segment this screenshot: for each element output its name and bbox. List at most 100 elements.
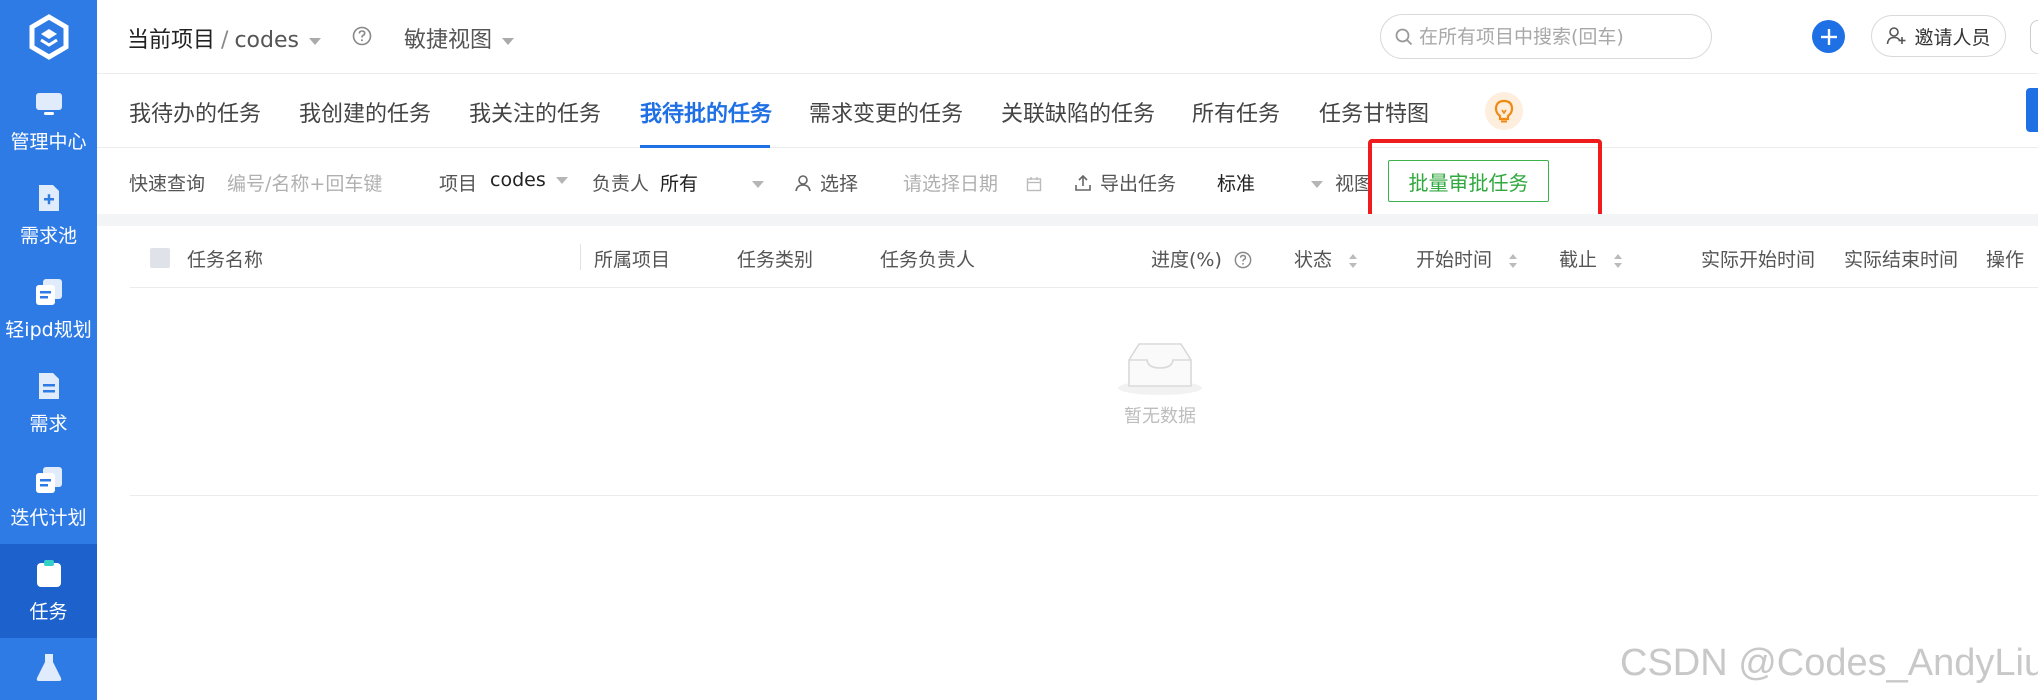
breadcrumb[interactable]: 当前项目 / codes [127,22,321,54]
sort-icon [1349,253,1358,268]
add-button[interactable] [1812,20,1845,53]
help-circle-icon[interactable] [1234,251,1252,269]
doc-icon [38,372,59,399]
view-switcher-label: 敏捷视图 [404,28,493,53]
copy-docs-icon [35,466,62,493]
export-tasks-label: 导出任务 [1100,173,1177,195]
sidebar-item-label: 需求 [29,412,68,435]
user-add-icon [1887,27,1906,45]
watermark: CSDN @Codes_AndyLiu [1620,642,2038,684]
tab-gantt[interactable]: 任务甘特图 [1319,96,1429,128]
column-header-actions: 操作 [1986,249,2025,271]
owner-filter-select[interactable]: 所有 [660,169,765,196]
invite-members-button[interactable]: 邀请人员 [1871,15,2006,57]
chevron-down-icon [502,37,515,45]
section-divider [97,214,2038,226]
sort-icon [1509,253,1518,268]
monitor-icon [35,92,62,115]
date-picker[interactable]: 请选择日期 [903,169,1042,196]
date-picker-placeholder: 请选择日期 [903,173,999,195]
tips-button[interactable] [1485,92,1523,130]
user-icon [795,175,811,192]
task-table-header: 任务名称 所属项目 任务类别 任务负责人 进度(%) 状态 开始时间 截止 实际… [130,226,2038,288]
table-bottom-border [130,495,2038,496]
tab-my-followed[interactable]: 我关注的任务 [469,96,601,128]
task-tabs: 我待办的任务 我创建的任务 我关注的任务 我待批的任务 需求变更的任务 关联缺陷… [97,74,2038,148]
tab-my-created[interactable]: 我创建的任务 [299,96,431,128]
column-header-start-time[interactable]: 开始时间 [1416,245,1518,272]
view-mode-value: 标准 [1217,173,1256,195]
sidebar-item-iteration-plan[interactable]: 迭代计划 [0,450,97,544]
column-header-deadline[interactable]: 截止 [1559,245,1623,272]
chevron-down-icon [555,177,568,184]
project-filter-label: 项目 [439,173,478,195]
sidebar-item-label: 轻ipd规划 [5,318,92,341]
empty-state: 暂无数据 [1100,340,1220,440]
select-user-button[interactable]: 选择 [794,169,858,196]
export-tasks-button[interactable]: 导出任务 [1074,169,1176,196]
empty-state-text: 暂无数据 [1124,406,1196,427]
batch-approve-button[interactable]: 批量审批任务 [1388,160,1549,202]
column-header-progress-label: 进度(%) [1151,249,1222,271]
column-resize-handle[interactable] [580,244,581,270]
tab-all-tasks[interactable]: 所有任务 [1192,96,1280,128]
sidebar-item-management[interactable]: 管理中心 [0,74,97,168]
column-header-actual-start: 实际开始时间 [1701,249,1816,271]
tab-my-pending-approval[interactable]: 我待批的任务 [640,96,772,128]
view-mode-select[interactable]: 标准 [1217,169,1324,196]
quick-query-input[interactable]: 编号/名称+回车键 [227,169,382,196]
sidebar: 管理中心 需求池 轻ipd规划 需求 迭代计划 任务 [0,0,97,700]
view-label[interactable]: 视图 [1335,169,1373,196]
sidebar-item-ipd-planning[interactable]: 轻ipd规划 [0,262,97,356]
column-header-owner: 任务负责人 [880,249,976,271]
chevron-down-icon [308,37,321,45]
column-header-actual-end: 实际结束时间 [1844,249,1959,271]
tab-my-todo[interactable]: 我待办的任务 [129,96,261,128]
project-filter-value: codes [490,169,546,191]
sidebar-item-testing[interactable] [0,640,97,700]
app-logo-icon[interactable] [0,0,97,74]
owner-filter-label: 负责人 [592,173,650,195]
sidebar-item-requirements[interactable]: 需求 [0,356,97,450]
owner-filter-value: 所有 [660,173,699,195]
breadcrumb-separator: / [221,28,229,53]
search-icon [1395,28,1413,45]
breadcrumb-root: 当前项目 [127,28,216,53]
filter-bar: 快速查询 编号/名称+回车键 项目 codes 负责人 所有 选择 请选择日期 … [97,148,2038,214]
flask-icon [36,654,61,681]
column-header-project: 所属项目 [594,249,671,271]
clipboard-icon [36,559,61,587]
column-header-task-name: 任务名称 [187,249,264,271]
header-overflow-control[interactable] [2030,20,2038,54]
plus-icon [1820,28,1837,45]
chevron-down-icon [752,181,765,188]
column-header-start-time-label: 开始时间 [1416,249,1493,271]
column-header-status-label: 状态 [1294,249,1333,271]
select-user-label: 选择 [820,173,859,195]
search-input[interactable] [1419,25,1699,48]
calendar-icon [1026,177,1042,192]
empty-inbox-icon [1118,343,1202,395]
sidebar-item-requirement-pool[interactable]: 需求池 [0,168,97,262]
column-header-category: 任务类别 [737,249,814,271]
copy-docs-icon [35,278,62,305]
help-circle-icon[interactable] [352,26,372,46]
sidebar-item-label: 任务 [29,600,68,623]
invite-members-label: 邀请人员 [1914,26,1991,49]
tab-requirement-changed[interactable]: 需求变更的任务 [809,96,963,128]
doc-plus-icon [38,184,59,211]
sidebar-item-label: 迭代计划 [10,506,87,529]
sidebar-item-tasks[interactable]: 任务 [0,544,97,638]
project-filter-select[interactable]: codes [490,169,568,191]
column-header-deadline-label: 截止 [1559,249,1598,271]
global-search[interactable] [1380,14,1712,59]
side-panel-toggle[interactable] [2026,88,2038,132]
view-switcher[interactable]: 敏捷视图 [404,22,515,54]
column-header-progress: 进度(%) [1151,245,1252,272]
sidebar-item-label: 需求池 [19,224,77,247]
quick-query-label: 快速查询 [129,173,206,195]
chevron-down-icon [1311,181,1324,188]
select-all-checkbox[interactable] [150,248,170,268]
tab-linked-defects[interactable]: 关联缺陷的任务 [1001,96,1155,128]
column-header-status[interactable]: 状态 [1294,245,1358,272]
